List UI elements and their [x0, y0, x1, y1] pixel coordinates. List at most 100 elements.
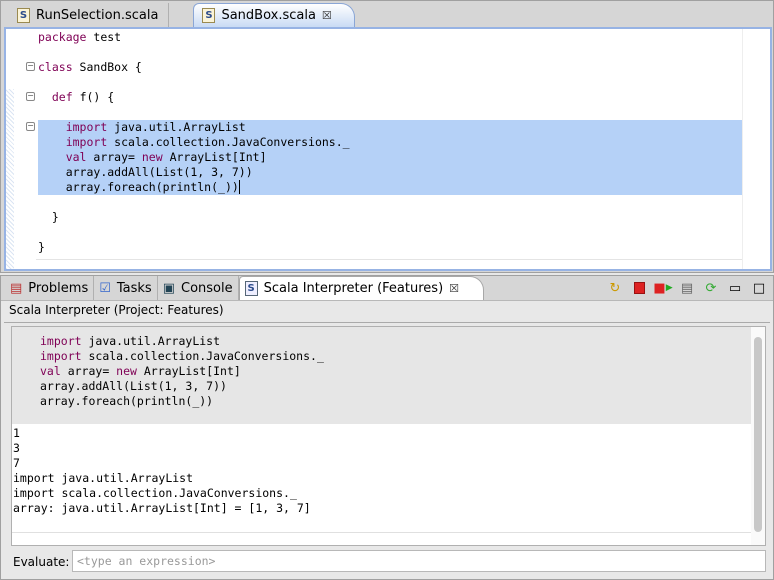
code-text: SandBox {: [72, 60, 142, 74]
editor-tabbar: S RunSelection.scala S SandBox.scala ☒: [1, 1, 773, 27]
evaluate-label: Evaluate:: [13, 555, 70, 569]
code-text: f() {: [72, 90, 115, 104]
keyword: import: [65, 135, 108, 149]
code-text: java.util.ArrayList: [107, 120, 246, 134]
code-text: ArrayList[Int]: [162, 150, 267, 164]
scala-file-icon: S: [202, 8, 216, 23]
tab-label: RunSelection.scala: [36, 7, 159, 23]
interpreter-view: ▤ Problems ☑ Tasks ▣ Console S Scala Interpr…: [0, 275, 774, 580]
output-line: 1: [13, 426, 20, 440]
keyword: def: [51, 90, 73, 104]
problems-icon: ▤: [10, 280, 23, 296]
code-text: test: [86, 30, 122, 44]
vertical-scrollbar[interactable]: [751, 327, 765, 545]
tab-scala-interpreter[interactable]: S Scala Interpreter (Features) ☒: [238, 276, 485, 300]
console-icon: ▣: [162, 280, 176, 296]
minimize-icon[interactable]: ▭: [727, 280, 743, 296]
scrollbar-thumb[interactable]: [754, 337, 762, 532]
scala-interpreter-icon: S: [244, 281, 258, 296]
keyword: package: [38, 30, 87, 44]
input-line: array.foreach(println(_)): [40, 394, 751, 409]
rerun-icon[interactable]: ↻: [607, 280, 623, 296]
fold-collapse-icon[interactable]: −: [26, 92, 35, 101]
output-line: import scala.collection.JavaConversions.…: [13, 486, 297, 500]
editor-vertical-scrollbar[interactable]: [742, 29, 770, 269]
code-text: array=: [60, 364, 117, 378]
code-text: array.addAll(List(1, 3, 7)): [40, 379, 227, 393]
tab-label: Problems: [28, 280, 89, 296]
fold-collapse-icon[interactable]: −: [26, 122, 35, 131]
tab-tasks[interactable]: ☑ Tasks: [94, 276, 158, 300]
code-text: java.util.ArrayList: [81, 334, 221, 348]
keyword: class: [38, 60, 73, 74]
clear-console-icon[interactable]: ▤: [679, 280, 695, 296]
code-line: val array= new ArrayList[Int]: [38, 150, 744, 165]
panel-title: Scala Interpreter (Project: Features): [9, 303, 224, 317]
keyword: new: [141, 150, 163, 164]
editor-area: S RunSelection.scala S SandBox.scala ☒ −…: [0, 0, 774, 273]
input-line: import scala.collection.JavaConversions.…: [40, 349, 751, 364]
fold-collapse-icon[interactable]: −: [26, 62, 35, 71]
output-line: 3: [13, 441, 20, 455]
interpreter-console[interactable]: import java.util.ArrayList import scala.c…: [11, 326, 766, 546]
tab-console[interactable]: ▣ Console: [158, 276, 239, 300]
code-editor[interactable]: − − − package test class SandBox { def f(…: [4, 27, 772, 271]
code-text: scala.collection.JavaConversions._: [107, 135, 350, 149]
tab-sandbox[interactable]: S SandBox.scala ☒: [193, 3, 355, 27]
code-line: import java.util.ArrayList: [38, 120, 744, 135]
input-line: import java.util.ArrayList: [40, 334, 751, 349]
code-line: def f() {: [38, 90, 744, 105]
keyword: new: [116, 364, 137, 378]
divider: [4, 322, 770, 323]
stop-icon[interactable]: [631, 280, 647, 296]
view-tabbar: ▤ Problems ☑ Tasks ▣ Console S Scala Interpr…: [1, 276, 773, 301]
tab-label: SandBox.scala: [221, 8, 316, 23]
view-toolbar: ↻ ■ ▶ ▤ ⟳ ▭ □: [607, 280, 767, 296]
output-area: 1 3 7 import java.util.ArrayList import scal…: [12, 426, 311, 516]
tab-runselection[interactable]: S RunSelection.scala: [9, 3, 170, 27]
evaluate-input[interactable]: <type an expression>: [72, 550, 766, 572]
horizontal-scrollbar[interactable]: [12, 532, 751, 533]
reset-interpreter-icon[interactable]: ⟳: [703, 280, 719, 296]
tasks-icon: ☑: [99, 280, 111, 296]
scala-file-icon: S: [17, 7, 30, 23]
keyword: import: [40, 334, 82, 348]
change-ruler: [6, 89, 14, 269]
tab-problems[interactable]: ▤ Problems: [5, 276, 95, 300]
code-line: array.foreach(println(_)): [38, 180, 744, 195]
code-line: import scala.collection.JavaConversions.…: [38, 135, 744, 150]
code-line: array.addAll(List(1, 3, 7)): [38, 165, 744, 180]
tab-label: Console: [181, 280, 233, 296]
code-text: array.foreach(println(_)): [40, 394, 214, 408]
editor-gutter: − − −: [6, 29, 36, 269]
output-line: import java.util.ArrayList: [13, 471, 194, 485]
output-line: array: java.util.ArrayList[Int] = [1, 3,…: [13, 501, 311, 515]
code-text: }: [38, 240, 45, 254]
maximize-icon[interactable]: □: [751, 280, 767, 296]
code-text: array=: [86, 150, 142, 164]
close-icon[interactable]: ☒: [449, 282, 459, 295]
editor-horizontal-scrollbar[interactable]: [36, 259, 742, 269]
tab-label: Scala Interpreter (Features): [263, 281, 444, 296]
keyword: val: [65, 150, 87, 164]
code-text: scala.collection.JavaConversions._: [81, 349, 324, 363]
code-line: }: [38, 240, 744, 255]
terminate-relaunch-icon[interactable]: ■ ▶: [653, 280, 672, 296]
input-line: array.addAll(List(1, 3, 7)): [40, 379, 751, 394]
code-line: }: [38, 210, 744, 225]
output-line: 7: [13, 456, 20, 470]
keyword: import: [40, 349, 82, 363]
text-cursor: [238, 180, 240, 194]
code-line: package test: [38, 30, 744, 45]
tab-label: Tasks: [116, 280, 152, 296]
code-text: array.foreach(println(_)): [65, 180, 239, 194]
input-echo: import java.util.ArrayList import scala.c…: [12, 327, 751, 424]
close-icon[interactable]: ☒: [322, 9, 332, 22]
input-line: val array= new ArrayList[Int]: [40, 364, 751, 379]
code-line: class SandBox {: [38, 60, 744, 75]
code-text: array.addAll(List(1, 3, 7)): [65, 165, 253, 179]
code-text: ArrayList[Int]: [136, 364, 241, 378]
keyword: import: [65, 120, 108, 134]
keyword: val: [40, 364, 61, 378]
code-text: }: [51, 210, 59, 224]
